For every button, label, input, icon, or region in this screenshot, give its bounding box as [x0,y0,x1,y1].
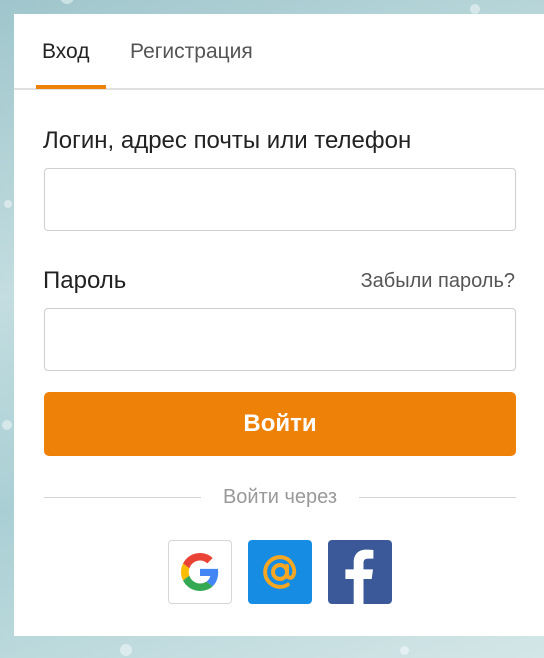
google-login-button[interactable] [168,540,232,604]
login-card: Вход Регистрация Логин, адрес почты или … [14,14,544,636]
mail-login-button[interactable] [248,540,312,604]
tab-register[interactable]: Регистрация [130,38,253,66]
auth-tabs: Вход Регистрация [14,14,544,90]
login-input[interactable] [44,168,516,231]
facebook-icon [345,549,374,604]
google-icon [181,553,219,591]
password-input[interactable] [44,308,516,371]
facebook-login-button[interactable] [328,540,392,604]
login-field-label: Логин, адрес почты или телефон [43,127,412,154]
tab-login[interactable]: Вход [42,38,90,66]
social-divider: Войти через [44,484,516,510]
active-tab-indicator [36,85,106,89]
password-field-label: Пароль [43,267,127,294]
forgot-password-link[interactable]: Забыли пароль? [361,266,515,296]
divider-line-right [359,497,516,498]
login-submit-button[interactable]: Войти [44,392,516,456]
mail-at-icon [263,555,297,589]
